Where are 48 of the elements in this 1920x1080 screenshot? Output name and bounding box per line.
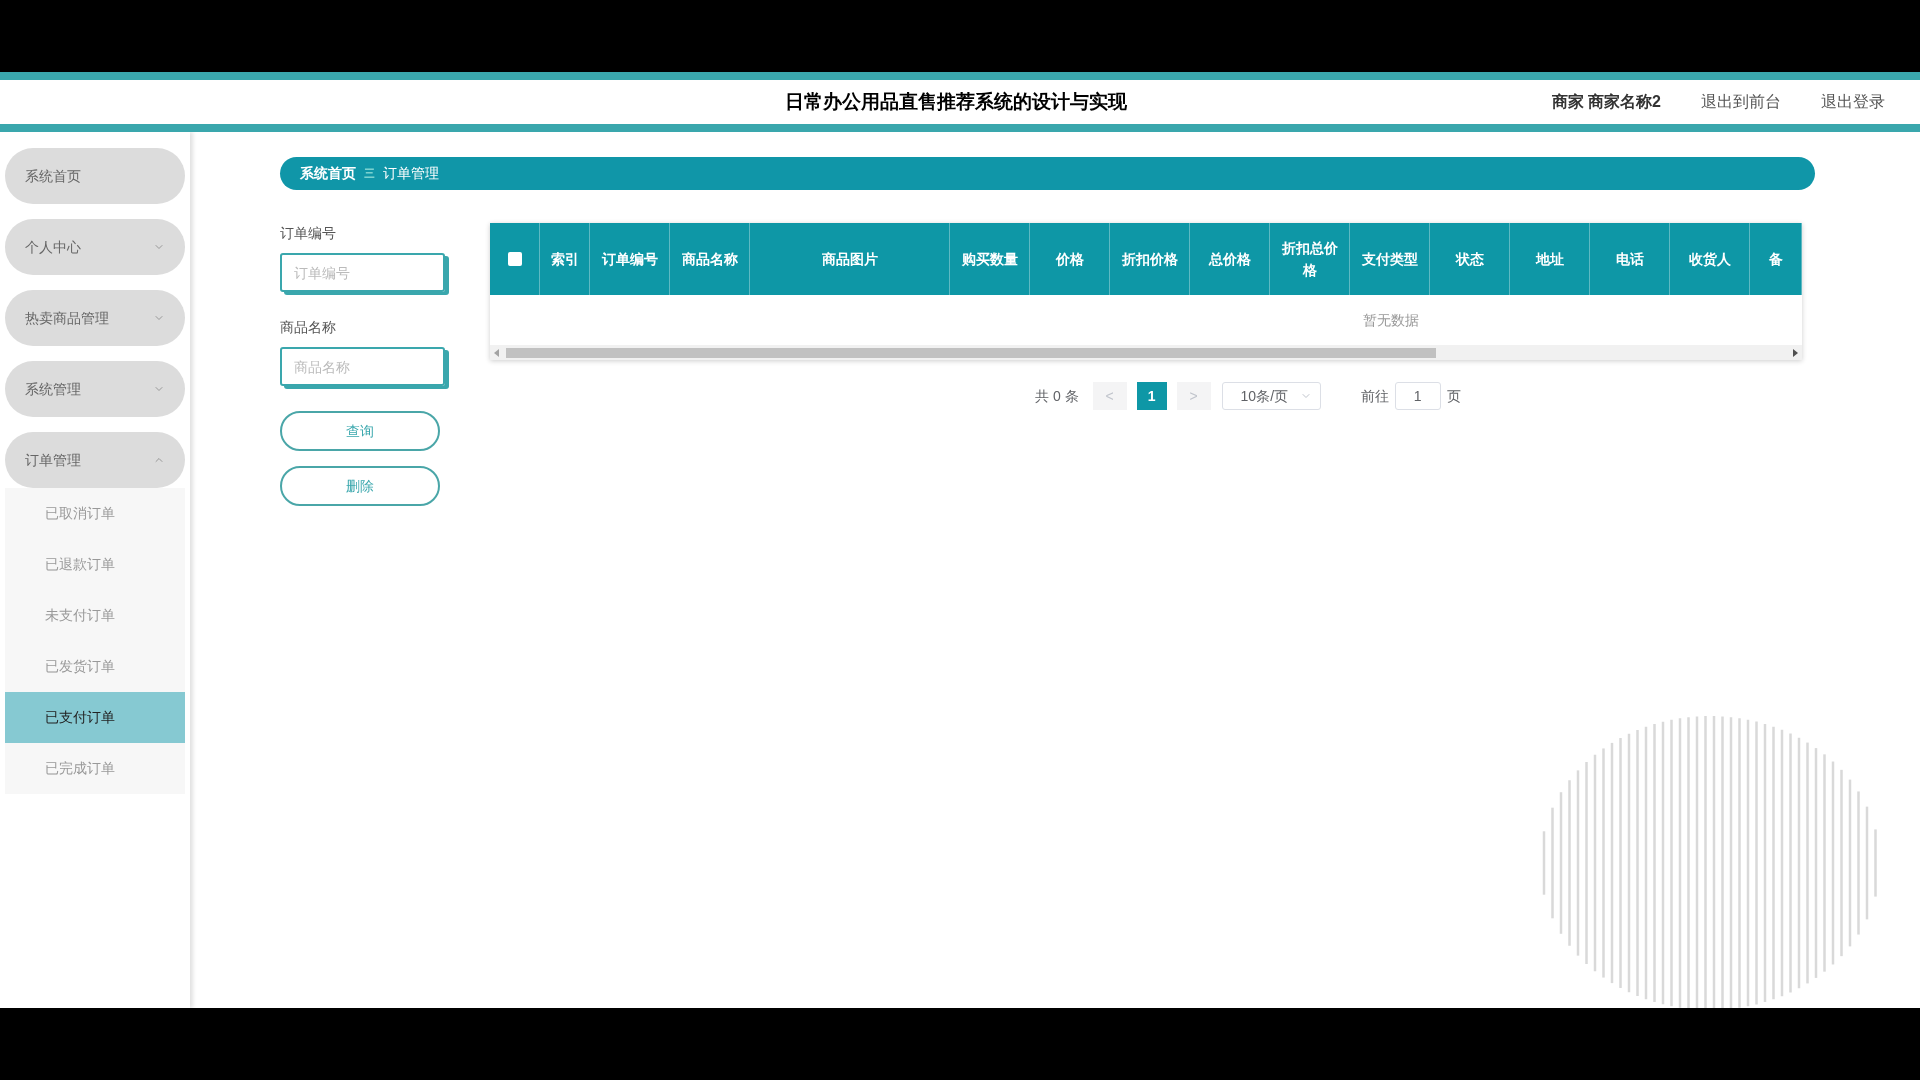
submenu-item[interactable]: 已发货订单 [5,641,185,692]
select-all-checkbox[interactable] [507,252,522,266]
breadcrumb-current: 订单管理 [383,164,439,183]
breadcrumb-link[interactable]: 系统首页 [300,163,356,184]
form-button[interactable]: 查询 [280,411,440,451]
column-header: 总价格 [1190,223,1270,295]
page-size-select[interactable]: 10条/页 [1221,382,1321,410]
scroll-left-icon [494,348,500,357]
submenu-item[interactable]: 已取消订单 [5,488,185,539]
column-header: 订单编号 [590,223,670,295]
header-link[interactable]: 退出登录 [1821,90,1885,114]
user-name: 商家 商家名称2 [1551,92,1661,112]
column-header: 商品图片 [750,223,950,295]
submenu-item[interactable]: 已退款订单 [5,539,185,590]
scroll-right-icon [1792,348,1798,357]
column-header: 备 [1750,223,1802,295]
form-button[interactable]: 删除 [280,466,440,506]
column-header: 索引 [540,223,590,295]
field-label: 订单编号 [280,224,337,243]
column-header: 状态 [1430,223,1510,295]
column-header: 收货人 [1670,223,1750,295]
column-header: 商品名称 [670,223,750,295]
scrollbar-thumb[interactable] [506,347,1436,358]
header-link[interactable]: 退出到前台 [1701,90,1781,114]
total-count: 共 0 条 [1035,386,1079,406]
column-header: 购买数量 [950,223,1030,295]
column-header: 折扣总价格 [1270,223,1350,295]
sidebar-item[interactable]: 系统首页 [5,148,185,204]
goto-label: 前往 [1360,386,1389,406]
submenu-item[interactable]: 未支付订单 [5,590,185,641]
sidebar-item[interactable]: 订单管理 [5,432,185,488]
column-header: 地址 [1510,223,1590,295]
column-header: 电话 [1590,223,1670,295]
page-suffix: 页 [1446,386,1461,406]
page-button[interactable]: 1 [1136,382,1167,410]
app-title: 日常办公用品直售推荐系统的设计与实现 [785,89,1127,114]
column-header: 折扣价格 [1110,223,1190,295]
sidebar-item[interactable]: 热卖商品管理 [5,290,185,346]
field-label: 商品名称 [280,318,337,337]
sidebar-item[interactable]: 个人中心 [5,219,185,275]
submenu-item[interactable]: 已完成订单 [5,743,185,794]
submenu-item[interactable]: 已支付订单 [5,692,185,743]
breadcrumb-separator: 三 [364,166,375,182]
empty-message: 暂无数据 [1363,310,1419,330]
goto-page-field[interactable]: 1 [1394,382,1441,410]
sidebar-item[interactable]: 系统管理 [5,361,185,417]
column-header: 支付类型 [1350,223,1430,295]
column-header: 价格 [1030,223,1110,295]
